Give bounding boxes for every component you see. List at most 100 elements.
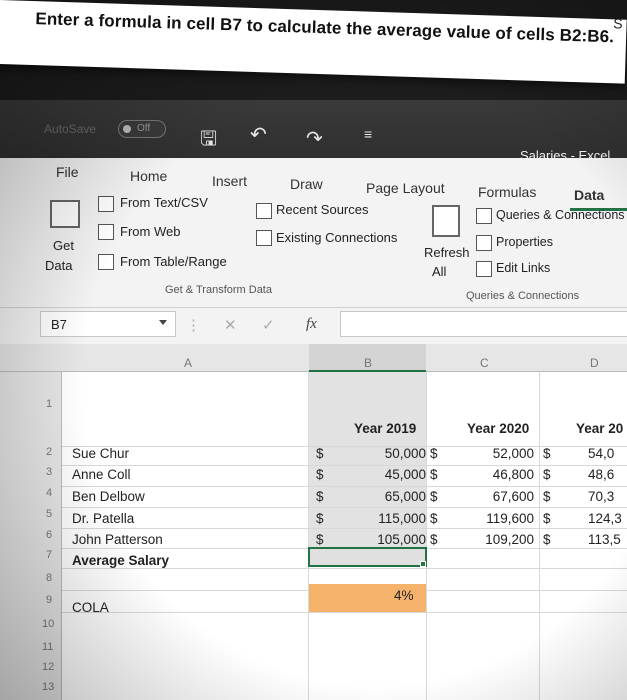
properties[interactable]: Properties [496,235,553,249]
autosave-label: AutoSave [44,122,97,136]
currency-symbol: $ [543,446,551,461]
salary-2020: 119,600 [486,511,534,526]
salary-year-d: 48,6 [588,467,615,482]
currency-symbol: $ [316,467,324,482]
currency-symbol: $ [316,489,324,504]
get-data-label[interactable]: Get [53,238,74,253]
autosave-toggle[interactable]: Off [118,120,166,138]
currency-symbol: $ [316,446,324,461]
employee-name: Sue Chur [72,446,130,461]
employee-name: Dr. Patella [72,511,135,526]
row-number[interactable]: 3 [46,466,52,478]
currency-symbol: $ [430,446,438,461]
recent-sources[interactable]: Recent Sources [276,202,369,217]
row-number[interactable]: 5 [46,508,52,520]
salary-2020: 67,600 [492,489,534,504]
redo-icon[interactable]: ↷ [306,126,323,151]
toggle-knob [123,125,131,133]
salary-2019: 45,000 [384,467,426,482]
existing-connections[interactable]: Existing Connections [276,230,397,245]
header-year-d: Year 20 [576,421,624,436]
column-header-a[interactable]: A [184,356,192,370]
currency-symbol: $ [316,532,324,547]
name-box-value: B7 [51,317,67,332]
get-data-label-2[interactable]: Data [45,258,72,273]
question-banner: Enter a formula in cell B7 to calculate … [0,0,627,84]
active-cell-b7[interactable] [308,547,427,567]
row-number[interactable]: 4 [46,487,52,499]
header-year-2020: Year 2020 [467,421,530,436]
employee-name: Anne Coll [72,467,131,482]
save-icon[interactable]: 🖫 [200,124,217,158]
tab-data[interactable]: Data [574,187,604,203]
average-salary-label: Average Salary [72,553,170,568]
queries-icon [476,208,492,224]
salary-2020: 46,800 [492,467,534,482]
tab-page-layout[interactable]: Page Layout [366,180,445,196]
currency-symbol: $ [316,511,324,526]
currency-symbol: $ [430,489,438,504]
currency-symbol: $ [543,532,551,547]
from-text-csv[interactable]: From Text/CSV [120,195,208,210]
column-header-c[interactable]: C [480,356,489,370]
row-number[interactable]: 7 [46,549,52,561]
tab-file[interactable]: File [56,164,79,180]
queries-connections[interactable]: Queries & Connections [496,208,625,222]
refresh-label[interactable]: Refresh [424,245,470,260]
salary-year-d: 54,0 [588,446,615,461]
cola-label: COLA [72,600,109,615]
currency-symbol: $ [430,511,438,526]
photo: AutoSave Off 🖫 ↶ ↷ ≡ Salaries - Excel Fi… [0,0,627,700]
row-number[interactable]: 13 [42,681,54,693]
tab-insert[interactable]: Insert [212,173,247,189]
employee-name: Ben Delbow [72,489,145,504]
edit-links[interactable]: Edit Links [496,261,550,275]
from-table-range[interactable]: From Table/Range [120,254,227,269]
row-number[interactable]: 9 [46,594,52,606]
rate-value: 4% [394,588,414,603]
currency-symbol: $ [543,467,551,482]
tab-draw[interactable]: Draw [290,176,323,192]
enter-icon[interactable]: ✓ [262,316,275,334]
currency-symbol: $ [543,511,551,526]
edit-links-icon [476,261,492,277]
currency-symbol: $ [543,489,551,504]
column-header-b[interactable]: B [364,356,372,370]
row-number[interactable]: 11 [42,641,53,653]
get-data-icon[interactable] [50,200,80,228]
row-number[interactable]: 2 [46,446,52,458]
chevron-down-icon[interactable] [159,320,167,325]
fill-handle[interactable] [420,561,426,567]
question-text: Enter a formula in cell B7 to calculate … [35,9,615,47]
column-header-d[interactable]: D [590,356,599,370]
tab-home[interactable]: Home [130,168,167,184]
from-web[interactable]: From Web [120,224,180,239]
queries-group-label: Queries & Connections [466,290,580,302]
recent-sources-icon [256,203,272,219]
header-year-2019: Year 2019 [354,421,417,436]
undo-icon[interactable]: ↶ [250,122,267,147]
row-number[interactable]: 12 [42,661,54,673]
web-icon [98,224,114,240]
refresh-label-2[interactable]: All [432,264,446,279]
refresh-all-icon[interactable] [432,205,460,237]
salary-2020: 52,000 [492,446,534,461]
name-box[interactable]: B7 [40,311,176,337]
row-number[interactable]: 8 [46,572,52,584]
salary-2020: 109,200 [485,532,534,547]
row-number[interactable]: 6 [46,529,52,541]
tab-formulas[interactable]: Formulas [478,184,536,200]
salary-year-d: 113,5 [588,532,621,547]
salary-year-d: 70,3 [588,489,615,504]
formula-input[interactable] [340,311,627,337]
insert-function-icon[interactable]: fx [306,316,317,333]
row-number[interactable]: 1 [46,398,52,410]
cancel-icon[interactable]: ✕ [224,316,237,334]
row-number[interactable]: 10 [42,618,54,630]
customize-qa-icon[interactable]: ≡ [364,126,372,142]
text-csv-icon [98,196,114,212]
more-icon: ⋮ [186,317,201,334]
currency-symbol: $ [430,467,438,482]
salary-year-d: 124,3 [588,511,622,526]
get-transform-group-label: Get & Transform Data [165,284,272,296]
